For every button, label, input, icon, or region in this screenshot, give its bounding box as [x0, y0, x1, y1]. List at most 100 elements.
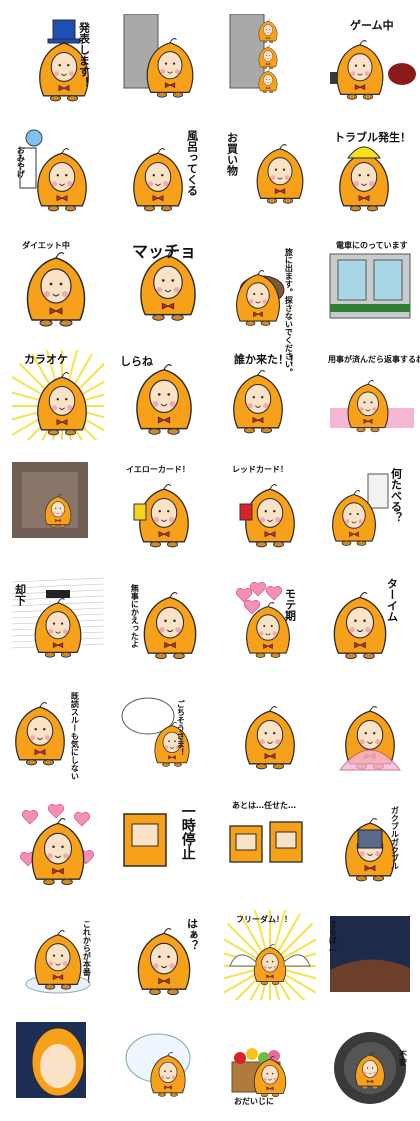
- character-icon: [253, 944, 287, 985]
- sticker[interactable]: 不安: [324, 1022, 416, 1112]
- sticker[interactable]: あとは…任せた…: [224, 798, 316, 888]
- sticker-caption: おだいじに: [234, 1097, 274, 1106]
- character-icon: [139, 484, 189, 548]
- sticker-caption: これからが本番！: [82, 920, 92, 984]
- sticker-caption: ごちそうさま！: [176, 700, 186, 756]
- sticker[interactable]: [12, 798, 104, 888]
- sticker-caption: 却下: [13, 584, 27, 606]
- sticker[interactable]: 何たべる？: [324, 462, 416, 552]
- sticker-caption: 無事にかえったよ: [130, 584, 140, 648]
- character-icon: [31, 818, 85, 886]
- sticker-caption: あとは…任せた…: [232, 801, 296, 810]
- sticker-art: [333, 592, 387, 660]
- character-icon: [333, 592, 387, 660]
- character-icon: [336, 40, 384, 100]
- sticker-caption: 不安: [398, 1050, 408, 1066]
- sticker-caption: フリーダム！！: [236, 915, 292, 924]
- character-icon: [233, 370, 283, 434]
- sticker[interactable]: これからが本番！: [12, 910, 104, 1000]
- sticker-caption: レッドカード！: [232, 465, 288, 474]
- sticker-art: [19, 129, 87, 212]
- sticker-caption: 風呂ってくる: [185, 130, 199, 196]
- sticker-art: [338, 706, 402, 771]
- character-icon: [345, 818, 395, 882]
- sticker-caption: しらね: [120, 355, 153, 368]
- sticker[interactable]: [12, 1022, 104, 1112]
- sticker[interactable]: [324, 686, 416, 776]
- sticker[interactable]: 無事にかえったよ: [118, 574, 210, 664]
- sticker-art: [235, 581, 290, 658]
- sticker-art: [239, 484, 295, 548]
- character-icon: [34, 930, 82, 990]
- sticker[interactable]: 誰か来た！！: [224, 350, 316, 440]
- sticker[interactable]: ダイエット中: [12, 238, 104, 328]
- sticker[interactable]: [118, 1022, 210, 1112]
- sticker[interactable]: フリーダム！！: [224, 910, 316, 1000]
- sticker-art: [121, 697, 190, 767]
- sticker-art: [16, 1022, 86, 1098]
- sticker[interactable]: ガクブルガクブル: [324, 798, 416, 888]
- sticker[interactable]: ターイム: [324, 574, 416, 664]
- sticker-art: [330, 916, 410, 992]
- sticker-art: [26, 252, 86, 327]
- sticker[interactable]: 既読スルーも気にしない: [12, 686, 104, 780]
- character-icon: [133, 148, 183, 212]
- sticker-caption: マッチョ: [132, 242, 197, 261]
- sticker[interactable]: [12, 462, 104, 552]
- sticker-caption: おみやげ: [16, 146, 26, 178]
- sticker-art: [19, 803, 95, 886]
- sticker[interactable]: ごちそうさま！: [118, 686, 210, 776]
- character-icon: [136, 364, 192, 435]
- sticker-grid: 発表します！ ゲーム中おみやげ 風呂ってくる お買い物 トラブル発生！ ダイエット中 マッチ…: [0, 0, 420, 1121]
- sticker[interactable]: カラオケ: [12, 350, 104, 440]
- sticker[interactable]: おみやげ: [12, 126, 104, 216]
- sticker[interactable]: 却下: [12, 574, 104, 664]
- sticker[interactable]: 用事が済んだら返事するね！: [324, 350, 420, 440]
- character-icon: [143, 592, 197, 660]
- sticker[interactable]: さらば…: [324, 910, 416, 1000]
- character-icon: [245, 706, 295, 770]
- sticker[interactable]: モテ期: [224, 574, 316, 664]
- character-icon: [245, 484, 295, 548]
- sticker[interactable]: [224, 686, 316, 776]
- sticker-caption: ダイエット中: [22, 241, 70, 250]
- sticker-caption: 発表します！: [77, 22, 91, 88]
- sticker[interactable]: 風呂ってくる: [118, 126, 210, 216]
- sticker[interactable]: レッドカード！: [224, 462, 316, 552]
- sticker-art: [229, 14, 278, 94]
- sticker-caption: 電車にのっています: [336, 241, 408, 250]
- sticker[interactable]: おだいじに: [224, 1022, 316, 1112]
- sticker-art: [329, 253, 411, 319]
- sticker-art: [15, 702, 65, 766]
- sticker[interactable]: 旅に出ます。探さないでください。: [224, 238, 316, 376]
- sticker[interactable]: はぁ？: [118, 910, 210, 1000]
- sticker[interactable]: 一時停止: [118, 798, 210, 888]
- sticker-art: [123, 813, 167, 867]
- sticker[interactable]: [224, 14, 316, 104]
- sticker[interactable]: ゲーム中: [324, 14, 416, 104]
- sticker-art: [125, 1033, 191, 1097]
- sticker-caption: モテ期: [283, 588, 297, 621]
- sticker[interactable]: お買い物: [224, 126, 316, 216]
- sticker[interactable]: トラブル発生！: [324, 126, 416, 216]
- sticker-caption: 何たべる？: [389, 468, 403, 523]
- sticker-caption: イエローカード！: [126, 465, 190, 474]
- character-icon: [137, 928, 191, 996]
- character-icon: [15, 702, 65, 766]
- sticker-caption: 一時停止: [179, 804, 196, 860]
- sticker-art: [236, 270, 285, 326]
- sticker[interactable]: 電車にのっています: [324, 238, 416, 328]
- sticker[interactable]: しらね: [118, 350, 210, 440]
- sticker-caption: 誰か来た！！: [234, 353, 300, 366]
- sticker-art: [123, 14, 194, 98]
- sticker[interactable]: 発表します！: [12, 14, 104, 104]
- sticker-caption: カラオケ: [24, 353, 68, 366]
- sticker[interactable]: イエローカード！: [118, 462, 210, 552]
- character-icon: [37, 148, 87, 212]
- sticker[interactable]: マッチョ: [118, 238, 210, 328]
- sticker-caption: さらば…: [328, 920, 338, 953]
- sticker[interactable]: [118, 14, 210, 104]
- sticker-caption: トラブル発生！: [334, 131, 411, 144]
- sticker-caption: はぁ？: [185, 918, 199, 951]
- character-icon: [34, 598, 82, 658]
